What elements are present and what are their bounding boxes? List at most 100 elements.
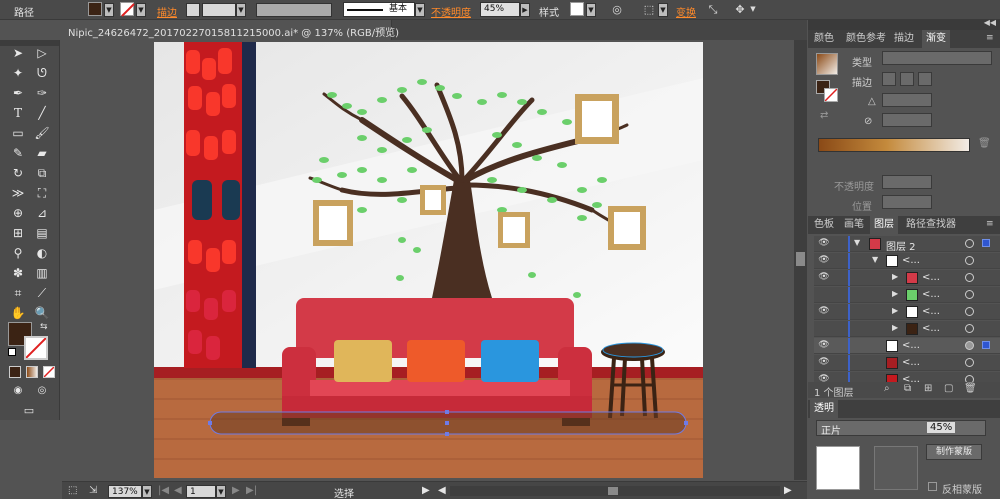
page-field[interactable]: 1 (186, 485, 216, 498)
vertical-scrollbar[interactable] (794, 40, 807, 480)
fill-dropdown-icon[interactable]: ▼ (104, 3, 114, 17)
locate-object-icon[interactable]: ⌕ (884, 383, 890, 394)
perspective-tool-icon[interactable]: ⊿ (33, 204, 51, 222)
hand-tool-icon[interactable]: ✋ (9, 304, 27, 322)
layer-row[interactable]: 👁 ▼ 图层 2 (814, 236, 1000, 253)
zoom-tool-icon[interactable]: 🔍 (33, 304, 51, 322)
tab-gradient[interactable]: 渐变 (922, 30, 950, 48)
menu-chevron-icon[interactable]: ▼ (748, 3, 758, 17)
opacity-field[interactable]: 45% (480, 2, 520, 17)
first-page-icon[interactable]: |◀ (158, 485, 169, 496)
stroke-weight-stepper[interactable] (186, 3, 200, 17)
dock-header[interactable]: ◀◀ (808, 18, 1000, 30)
blend-tool-icon[interactable]: ◐ (33, 244, 51, 262)
panel-menu-icon[interactable]: ≡ (986, 33, 994, 43)
target-circle-icon[interactable] (965, 341, 974, 350)
document-tab[interactable]: Nipic_24626472_20170227015811215000.ai* … (62, 20, 399, 40)
variable-width-profile[interactable] (256, 3, 332, 17)
target-circle-icon[interactable] (965, 239, 974, 248)
transparency-opacity-value[interactable]: 45% (927, 422, 956, 433)
paintbrush-tool-icon[interactable]: 🖌 (33, 124, 51, 142)
target-circle-icon[interactable] (965, 358, 974, 367)
eyedropper-tool-icon[interactable]: ⚲ (9, 244, 27, 262)
screen-mode-icon[interactable]: ▭ (20, 402, 38, 420)
aspect-ratio-field[interactable] (882, 113, 932, 127)
none-mode-icon[interactable] (43, 366, 55, 378)
last-page-icon[interactable]: ▶| (246, 485, 257, 496)
layer-row[interactable]: ▶ <... (814, 287, 1000, 303)
horizontal-scrollbar[interactable] (450, 486, 780, 496)
stroke-dropdown-icon[interactable]: ▼ (136, 3, 146, 17)
graphic-style-swatch[interactable] (570, 2, 584, 16)
brush-definition[interactable]: 基本 (343, 2, 415, 17)
canvas-area[interactable] (62, 40, 794, 480)
reverse-gradient-icon[interactable]: ⇄ (820, 110, 834, 124)
target-circle-icon[interactable] (965, 273, 974, 282)
transform-label[interactable]: 变换 (676, 4, 696, 19)
selection-indicator-icon[interactable] (982, 239, 990, 247)
layer-row[interactable]: 👁 <... (814, 355, 1000, 371)
gradient-position-field[interactable] (882, 195, 932, 209)
stroke-weight-field[interactable] (202, 3, 236, 17)
layer-row[interactable]: 👁 ▼ <... (814, 253, 1000, 269)
rotate-tool-icon[interactable]: ↻ (9, 164, 27, 182)
slice-tool-icon[interactable]: ⟋ (33, 284, 51, 302)
gradient-slider[interactable] (818, 138, 970, 152)
gradient-stroke-box[interactable] (824, 88, 838, 102)
prev-page-icon[interactable]: ◀ (174, 485, 182, 496)
collapse-panel-icon[interactable]: ◀◀ (984, 18, 996, 27)
tab-transparency[interactable]: 透明 (810, 400, 838, 418)
mask-thumbnail[interactable] (874, 446, 918, 490)
stroke-weight-dropdown-icon[interactable]: ▼ (236, 3, 246, 17)
draw-behind-icon[interactable]: ◎ (33, 382, 51, 400)
zoom-dropdown-icon[interactable]: ▼ (142, 485, 152, 498)
artboard[interactable] (62, 40, 794, 480)
horizontal-scrollbar-thumb[interactable] (608, 487, 618, 495)
fill-color-swatch[interactable] (88, 2, 102, 16)
blend-mode-dropdown[interactable]: 正片 45% (816, 420, 986, 437)
artboard-tool-icon[interactable]: ⌗ (9, 284, 27, 302)
width-tool-icon[interactable]: ≫ (9, 184, 27, 202)
visibility-eye-icon[interactable]: 👁 (817, 357, 831, 369)
gradient-type-dropdown[interactable] (882, 51, 992, 65)
visibility-eye-icon[interactable]: 👁 (817, 255, 831, 267)
gradient-opacity-field[interactable] (882, 175, 932, 189)
stroke-color-swatch[interactable] (120, 2, 135, 17)
style-dropdown-icon[interactable]: ▼ (586, 3, 596, 17)
shape-builder-tool-icon[interactable]: ⊕ (9, 204, 27, 222)
gradient-tool-icon[interactable]: ▤ (33, 224, 51, 242)
visibility-eye-icon[interactable]: 👁 (817, 238, 831, 250)
mesh-tool-icon[interactable]: ⊞ (9, 224, 27, 242)
align-icon[interactable]: ⬚ (642, 3, 656, 17)
hscroll-left-icon[interactable]: ◀ (438, 485, 446, 496)
opacity-dropdown-icon[interactable]: ▶ (520, 3, 530, 17)
export-icon[interactable]: ⇲ (89, 485, 97, 496)
rectangle-tool-icon[interactable]: ▭ (9, 124, 27, 142)
column-graph-tool-icon[interactable]: ▥ (33, 264, 51, 282)
stroke-gradient-option-2[interactable] (900, 72, 914, 86)
line-tool-icon[interactable]: ╱ (33, 104, 51, 122)
color-mode-icon[interactable] (9, 366, 21, 378)
layer-name[interactable]: <... (922, 323, 940, 334)
tab-color[interactable]: 颜色 (810, 30, 838, 48)
target-circle-icon[interactable] (965, 256, 974, 265)
visibility-eye-icon[interactable]: 👁 (817, 306, 831, 318)
tab-color-guide[interactable]: 颜色参考 (842, 30, 890, 48)
delete-layer-icon[interactable]: 🗑 (964, 383, 977, 394)
swap-colors-icon[interactable]: ⇆ (40, 322, 50, 332)
layer-row[interactable]: 👁 ▶ <... (814, 270, 1000, 286)
tab-swatches[interactable]: 色板 (810, 216, 838, 234)
artboard-nav-icon[interactable]: ⬚ (68, 485, 77, 496)
gradient-mode-icon[interactable] (26, 366, 38, 378)
expand-triangle-icon[interactable]: ▶ (892, 323, 898, 332)
selection-tool-icon[interactable]: ➤ (9, 44, 27, 62)
pencil-tool-icon[interactable]: ✎ (9, 144, 27, 162)
visibility-eye-icon[interactable]: 👁 (817, 272, 831, 284)
expand-triangle-icon[interactable]: ▶ (892, 272, 898, 281)
stroke-gradient-option-1[interactable] (882, 72, 896, 86)
tab-brushes[interactable]: 画笔 (840, 216, 868, 234)
panel-menu-icon[interactable]: ≡ (986, 219, 994, 229)
expand-triangle-icon[interactable]: ▶ (892, 289, 898, 298)
expand-triangle-icon[interactable]: ▼ (872, 255, 878, 264)
target-circle-icon[interactable] (965, 307, 974, 316)
